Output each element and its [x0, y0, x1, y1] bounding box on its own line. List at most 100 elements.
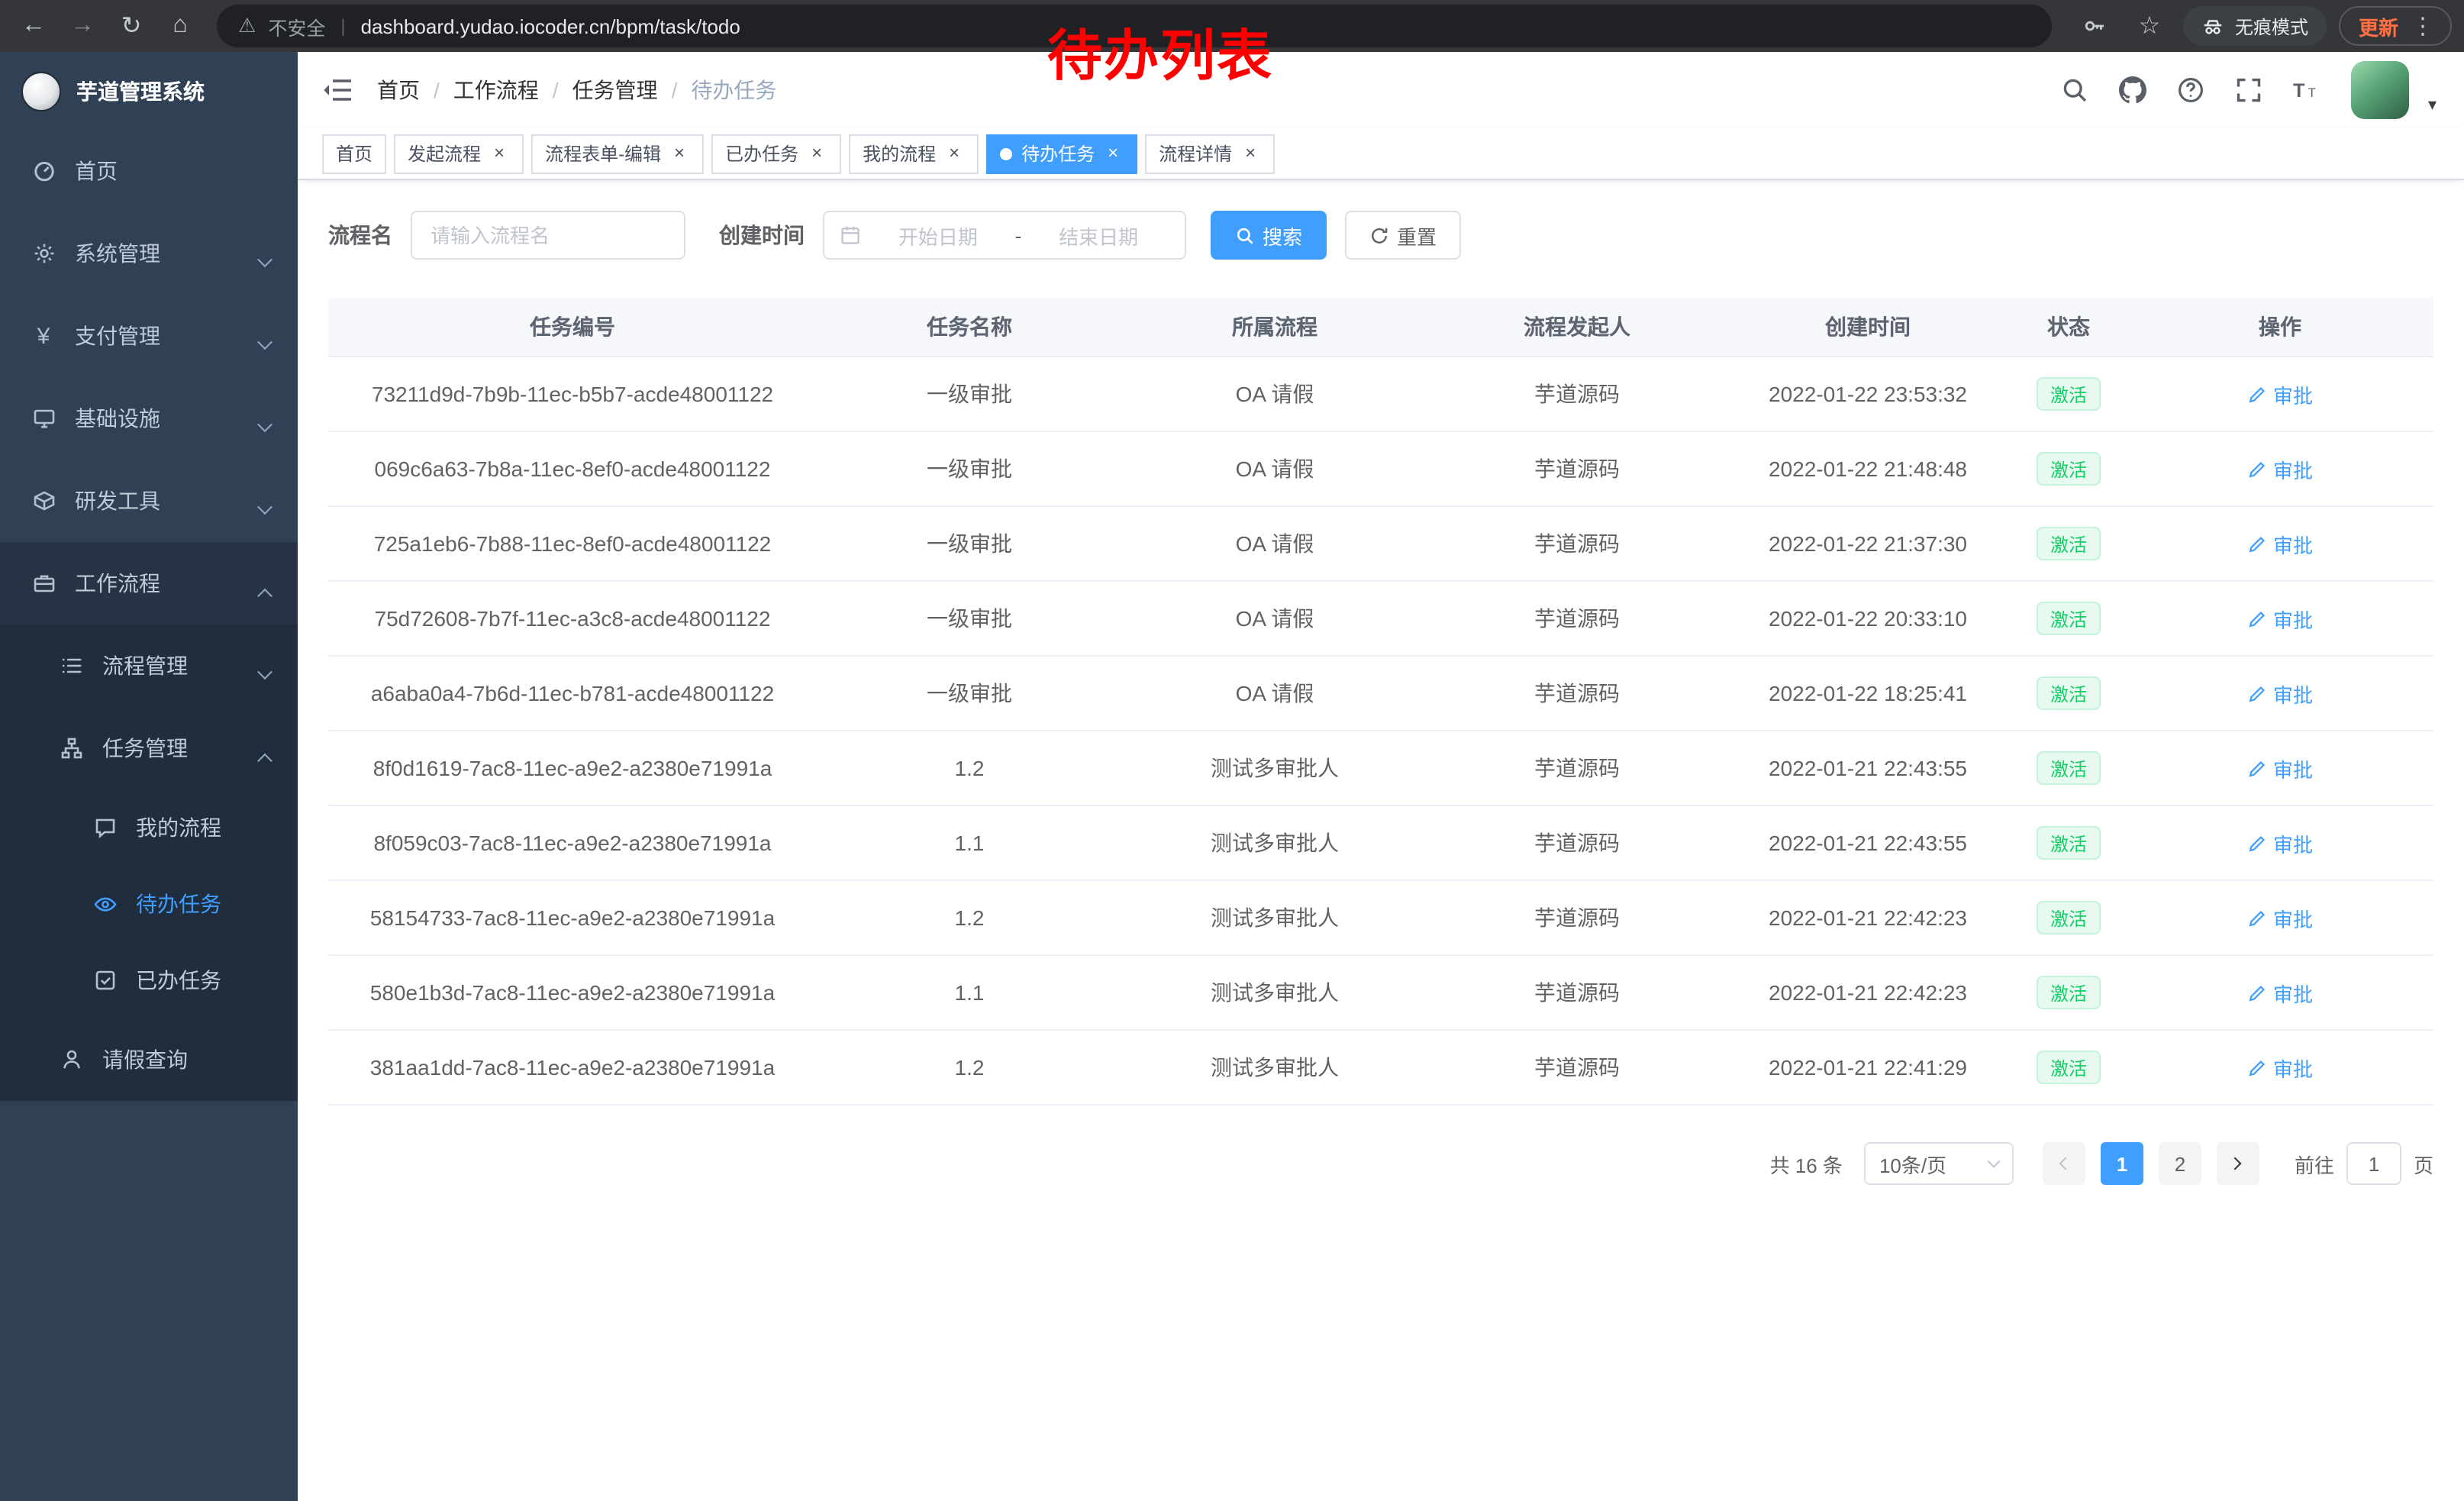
sidebar-item-label: 待办任务: [136, 889, 221, 919]
table-row: 73211d9d-7b9b-11ec-b5b7-acde48001122 一级审…: [328, 357, 2433, 432]
incognito-label: 无痕模式: [2235, 13, 2308, 39]
sidebar-item-task-management[interactable]: 任务管理: [0, 707, 298, 789]
chevron-right-icon: [2229, 1157, 2242, 1170]
cell-task-id: 725a1eb6-7b88-11ec-8ef0-acde48001122: [328, 507, 817, 580]
security-label[interactable]: 不安全: [268, 11, 325, 40]
cell-task-name: 1.2: [817, 731, 1122, 805]
status-badge: 激活: [2037, 602, 2101, 635]
reset-button[interactable]: 重置: [1345, 211, 1461, 260]
start-date-placeholder[interactable]: 开始日期: [867, 221, 1009, 250]
tab-todo-tasks[interactable]: 待办任务 ×: [986, 134, 1137, 173]
breadcrumb-home[interactable]: 首页: [377, 75, 420, 105]
reload-icon[interactable]: ↻: [110, 5, 153, 47]
table-row: 580e1b3d-7ac8-11ec-a9e2-a2380e71991a 1.1…: [328, 956, 2433, 1031]
font-size-icon[interactable]: TT: [2294, 76, 2321, 104]
breadcrumb-separator: /: [434, 78, 440, 102]
chevron-down-icon: [260, 412, 270, 437]
cell-initiator: 芋道源码: [1427, 582, 1727, 655]
fullscreen-icon[interactable]: [2236, 76, 2263, 104]
sidebar-item-workflow[interactable]: 工作流程: [0, 542, 298, 625]
sidebar-item-my-process[interactable]: 我的流程: [0, 789, 298, 866]
navbar: 首页 / 工作流程 / 任务管理 / 待办任务: [298, 52, 2464, 128]
tab-done-tasks[interactable]: 已办任务 ×: [711, 134, 841, 173]
url-text[interactable]: dashboard.yudao.iocoder.cn/bpm/task/todo: [361, 15, 740, 37]
status-badge: 激活: [2037, 377, 2101, 411]
key-icon[interactable]: [2073, 5, 2116, 47]
chevron-down-icon[interactable]: ▾: [2428, 95, 2437, 119]
page-size-select[interactable]: 10条/页: [1864, 1142, 2014, 1185]
page-button-1[interactable]: 1: [2101, 1142, 2143, 1185]
sidebar-item-system[interactable]: 系统管理: [0, 212, 298, 295]
separator: |: [340, 15, 345, 37]
approve-button[interactable]: 审批: [2247, 978, 2313, 1007]
update-button[interactable]: 更新 ⋮: [2339, 6, 2452, 46]
approve-button[interactable]: 审批: [2247, 604, 2313, 633]
range-separator: -: [1015, 224, 1022, 247]
cell-task-id: 8f059c03-7ac8-11ec-a9e2-a2380e71991a: [328, 806, 817, 880]
sidebar-item-payment[interactable]: ¥ 支付管理: [0, 295, 298, 377]
app-logo-row[interactable]: 芋道管理系统: [0, 52, 298, 130]
end-date-placeholder[interactable]: 结束日期: [1027, 221, 1169, 250]
sidebar-item-leave-query[interactable]: 请假查询: [0, 1018, 298, 1101]
column-header-initiator: 流程发起人: [1427, 298, 1727, 356]
prev-page-button[interactable]: [2043, 1142, 2085, 1185]
sidebar-item-devtools[interactable]: 研发工具: [0, 460, 298, 542]
page-unit-label: 页: [2414, 1149, 2433, 1178]
breadcrumb-workflow[interactable]: 工作流程: [453, 75, 539, 105]
approve-button[interactable]: 审批: [2247, 529, 2313, 558]
approve-button[interactable]: 审批: [2247, 754, 2313, 783]
approve-button[interactable]: 审批: [2247, 903, 2313, 932]
close-icon[interactable]: ×: [943, 143, 965, 164]
search-icon[interactable]: [2062, 76, 2089, 104]
breadcrumb-task-management[interactable]: 任务管理: [572, 75, 658, 105]
tab-my-process[interactable]: 我的流程 ×: [849, 134, 979, 173]
app-logo: [21, 71, 61, 111]
approve-button[interactable]: 审批: [2247, 454, 2313, 483]
close-icon[interactable]: ×: [806, 143, 827, 164]
github-icon[interactable]: [2120, 76, 2147, 104]
chevron-left-icon: [2059, 1157, 2072, 1170]
address-bar[interactable]: ⚠ 不安全 | dashboard.yudao.iocoder.cn/bpm/t…: [217, 5, 2052, 47]
close-icon[interactable]: ×: [669, 143, 690, 164]
sidebar-item-process-management[interactable]: 流程管理: [0, 625, 298, 707]
sidebar-item-home[interactable]: 首页: [0, 130, 298, 212]
process-name-input[interactable]: [411, 211, 685, 260]
approve-button[interactable]: 审批: [2247, 379, 2313, 408]
next-page-button[interactable]: [2217, 1142, 2259, 1185]
tab-process-detail[interactable]: 流程详情 ×: [1145, 134, 1275, 173]
close-icon[interactable]: ×: [1102, 143, 1124, 164]
date-range-picker[interactable]: 开始日期 - 结束日期: [823, 211, 1186, 260]
breadcrumb-separator: /: [672, 78, 678, 102]
back-icon[interactable]: ←: [12, 5, 55, 47]
breadcrumb-todo-tasks: 待办任务: [691, 75, 776, 105]
sidebar-item-done-tasks[interactable]: 已办任务: [0, 942, 298, 1018]
sidebar-item-infrastructure[interactable]: 基础设施: [0, 377, 298, 460]
search-button[interactable]: 搜索: [1211, 211, 1327, 260]
sidebar-collapse-icon[interactable]: [322, 76, 353, 104]
approve-button[interactable]: 审批: [2247, 828, 2313, 857]
close-icon[interactable]: ×: [489, 143, 510, 164]
tab-label: 已办任务: [725, 140, 798, 166]
tab-home[interactable]: 首页: [322, 134, 386, 173]
tab-start-process[interactable]: 发起流程 ×: [394, 134, 524, 173]
help-icon[interactable]: [2178, 76, 2205, 104]
chevron-down-icon: [260, 495, 270, 519]
avatar[interactable]: [2352, 61, 2410, 119]
update-label: 更新: [2359, 11, 2398, 40]
approve-button[interactable]: 审批: [2247, 1053, 2313, 1082]
cell-task-id: 580e1b3d-7ac8-11ec-a9e2-a2380e71991a: [328, 956, 817, 1029]
tab-process-form-edit[interactable]: 流程表单-编辑 ×: [531, 134, 704, 173]
page-button-2[interactable]: 2: [2159, 1142, 2201, 1185]
close-icon[interactable]: ×: [1240, 143, 1261, 164]
chevron-up-icon: [260, 742, 270, 767]
goto-page-input[interactable]: [2346, 1142, 2401, 1185]
sidebar-item-todo-tasks[interactable]: 待办任务: [0, 866, 298, 942]
approve-button[interactable]: 审批: [2247, 679, 2313, 708]
edit-icon: [2247, 758, 2267, 778]
menu-dots-icon[interactable]: ⋮: [2401, 5, 2444, 47]
bookmark-star-icon[interactable]: ☆: [2128, 5, 2171, 47]
approve-label: 审批: [2273, 604, 2313, 633]
approve-label: 审批: [2273, 454, 2313, 483]
home-icon[interactable]: ⌂: [159, 5, 202, 47]
forward-icon[interactable]: →: [61, 5, 104, 47]
